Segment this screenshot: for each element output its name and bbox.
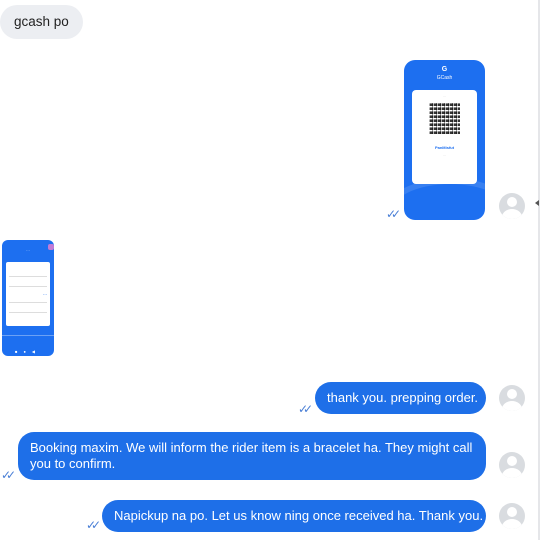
payee-name: PanMisfut (434, 145, 455, 150)
double-check-icon: ✓✓ (86, 518, 101, 532)
receipt-amount: … (43, 291, 47, 296)
default-avatar-icon[interactable] (499, 503, 525, 529)
payment-receipt-screenshot[interactable]: … … ■●◀ (2, 240, 54, 356)
incoming-message-bubble[interactable]: gcash po (0, 5, 83, 39)
default-avatar-icon[interactable] (499, 385, 525, 411)
default-avatar-icon[interactable] (499, 452, 525, 478)
qr-card: … PanMisfut … (412, 90, 477, 184)
gcash-logo: G (441, 66, 448, 73)
decorative-swirl (404, 178, 485, 220)
phone-nav-bar: ■●◀ (15, 349, 41, 354)
double-check-icon: ✓✓ (298, 402, 313, 416)
outgoing-message-bubble[interactable]: thank you. prepping order. (315, 382, 486, 414)
double-check-icon: ✓✓ (1, 468, 16, 482)
gcash-brand-label: GCash (436, 75, 453, 81)
qr-code-image (429, 103, 460, 134)
collapse-arrow-icon[interactable] (535, 200, 539, 206)
receipt-divider (2, 335, 54, 336)
payee-number: … (443, 153, 446, 157)
receipt-title: … (26, 247, 30, 252)
double-check-icon: ✓✓ (386, 207, 401, 221)
default-avatar-icon[interactable] (499, 193, 525, 219)
outgoing-message-bubble[interactable]: Booking maxim. We will inform the rider … (18, 432, 486, 480)
qr-card-header: … (443, 94, 446, 98)
gcash-qr-screenshot[interactable]: G GCash … PanMisfut … (404, 60, 485, 220)
outgoing-message-bubble[interactable]: Napickup na po. Let us know ning once re… (102, 500, 486, 532)
receipt-panel: … (6, 262, 50, 326)
